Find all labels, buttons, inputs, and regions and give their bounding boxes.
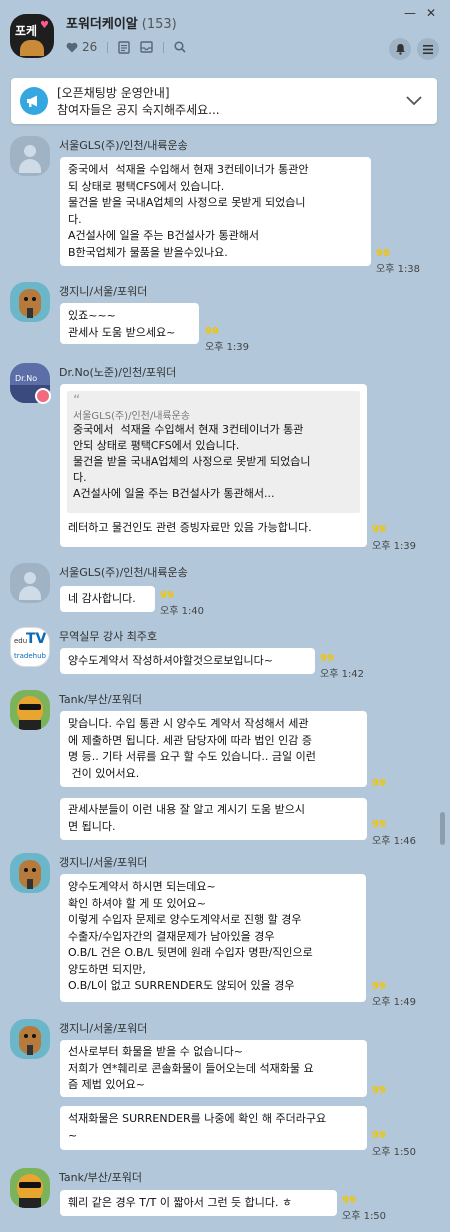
sender-name: 갱지니/서울/포워더 xyxy=(59,285,148,298)
room-title: 포워더케이알 (153) xyxy=(66,13,177,32)
scrollbar-thumb[interactable] xyxy=(440,812,445,845)
sender-name: 서울GLS(주)/인천/내륙운송 xyxy=(59,139,188,152)
room-title-text: 포워더케이알 xyxy=(66,17,138,32)
message-time: 오후 1:40 xyxy=(160,606,205,617)
heart-icon: ♥ xyxy=(40,20,49,31)
sender-name: 무역실무 강사 최주호 xyxy=(59,630,158,643)
avatar[interactable] xyxy=(10,136,50,176)
avatar[interactable] xyxy=(10,853,50,893)
close-button[interactable]: ✕ xyxy=(426,6,436,20)
search-icon[interactable] xyxy=(174,41,186,53)
message-time: 오후 1:50 xyxy=(342,1211,387,1222)
message-bubble[interactable]: 중국에서 석재을 수입해서 현재 3컨테이너가 통관안 되 상태로 평택CFS에… xyxy=(60,157,371,266)
heart-icon xyxy=(66,42,78,52)
notes-icon[interactable] xyxy=(118,40,130,54)
message-bubble[interactable]: 선사로부터 화물을 받을 수 없습니다~ 저희가 연*훼리로 콘솔화물이 들어오… xyxy=(60,1040,367,1097)
message-bubble[interactable]: 있죠~~~ 관세사 도움 받으세요~ xyxy=(60,303,199,344)
avatar[interactable]: edu TV tradehub xyxy=(10,627,50,667)
avatar[interactable] xyxy=(10,563,50,603)
hamburger-icon xyxy=(423,44,433,54)
sender-name: 갱지니/서울/포워더 xyxy=(59,1022,148,1035)
divider xyxy=(163,41,165,53)
host-crown-icon xyxy=(35,388,51,404)
like-count: 26 xyxy=(82,40,98,54)
message-time: 오후 1:39 xyxy=(205,342,250,353)
message-bubble[interactable]: 네 감사합니다. xyxy=(60,586,155,612)
unread-count: 99 xyxy=(160,590,174,601)
like-button[interactable]: 26 xyxy=(66,40,97,54)
message-time: 오후 1:49 xyxy=(372,997,417,1008)
unread-count: 99 xyxy=(342,1195,356,1206)
message-time: 오후 1:38 xyxy=(376,264,421,275)
notice-title: [오픈채팅방 운영안내] xyxy=(57,86,170,100)
message-bubble[interactable]: 맞습니다. 수입 통관 시 양수도 계약서 작성해서 세관 에 제출하면 됩니다… xyxy=(60,711,367,787)
quoted-text: 중국에서 석재을 수입해서 현재 3컨테이너가 통관 안되 상태로 평택CFS에… xyxy=(73,423,311,500)
header-toolbar: 26 xyxy=(66,40,186,54)
unread-count: 99 xyxy=(376,248,390,259)
message-time: 오후 1:39 xyxy=(372,541,417,552)
room-avatar[interactable]: 포케 ♥ xyxy=(10,14,54,58)
divider xyxy=(107,41,109,53)
message-bubble[interactable]: 훼리 같은 경우 T/T 이 짧아서 그런 듯 합니다. ㅎ xyxy=(60,1190,337,1216)
room-avatar-text: 포케 xyxy=(15,24,38,38)
unread-count: 99 xyxy=(320,653,334,664)
unread-count: 99 xyxy=(372,819,386,830)
avatar[interactable] xyxy=(10,690,50,730)
avatar[interactable] xyxy=(10,1168,50,1208)
minimize-button[interactable]: — xyxy=(404,6,416,20)
avatar[interactable] xyxy=(10,282,50,322)
message-text: 레터하고 물건인도 관련 증빙자료만 있음 가능합니다. xyxy=(68,521,312,534)
avatar[interactable] xyxy=(10,1019,50,1059)
sender-name: 서울GLS(주)/인천/내륙운송 xyxy=(59,566,188,579)
unread-count: 99 xyxy=(205,326,219,337)
message-bubble[interactable]: 석재화물은 SURRENDER를 나중에 확인 해 주더라구요 ~ xyxy=(60,1106,367,1150)
notification-button[interactable] xyxy=(389,38,411,60)
sender-name: Tank/부산/포워더 xyxy=(59,1171,142,1184)
unread-count: 99 xyxy=(372,981,386,992)
unread-count: 99 xyxy=(372,778,386,789)
message-bubble[interactable]: 양수도계약서 하시면 되는데요~ 확인 하셔야 할 게 또 있어요~ 이렇게 수… xyxy=(60,874,366,1002)
sender-name: Dr.No(노준)/인천/포워더 xyxy=(59,366,177,379)
menu-button[interactable] xyxy=(417,38,439,60)
sender-name: Tank/부산/포워더 xyxy=(59,693,142,706)
quoted-sender: 서울GLS(주)/인천/내륙운송 xyxy=(73,411,191,422)
message-time: 오후 1:46 xyxy=(372,836,417,847)
quoted-message[interactable]: “ 서울GLS(주)/인천/내륙운송 중국에서 석재을 수입해서 현재 3컨테이… xyxy=(67,391,360,513)
message-time: 오후 1:42 xyxy=(320,669,365,680)
unread-count: 99 xyxy=(372,524,386,535)
bell-icon xyxy=(395,44,405,55)
message-time: 오후 1:50 xyxy=(372,1147,417,1158)
character-icon xyxy=(20,40,44,56)
chat-header: 포케 ♥ 포워더케이알 (153) 26 — ✕ xyxy=(0,0,450,68)
chevron-down-icon[interactable] xyxy=(405,92,423,110)
notice-body: 참여자들은 공지 숙지해주세요... xyxy=(57,103,220,117)
notice-banner[interactable]: [오픈채팅방 운영안내] 참여자들은 공지 숙지해주세요... xyxy=(11,78,437,124)
sender-name: 갱지니/서울/포워더 xyxy=(59,856,148,869)
unread-count: 99 xyxy=(372,1085,386,1096)
message-bubble[interactable]: 관세사분들이 이런 내용 잘 알고 계시기 도움 받으시 면 됩니다. xyxy=(60,798,367,840)
unread-count: 99 xyxy=(372,1130,386,1141)
megaphone-icon xyxy=(20,87,48,115)
member-count: (153) xyxy=(141,17,177,32)
inbox-icon[interactable] xyxy=(140,41,153,53)
message-bubble[interactable]: 양수도계약서 작성하셔야할것으로보입니다~ xyxy=(60,648,315,674)
